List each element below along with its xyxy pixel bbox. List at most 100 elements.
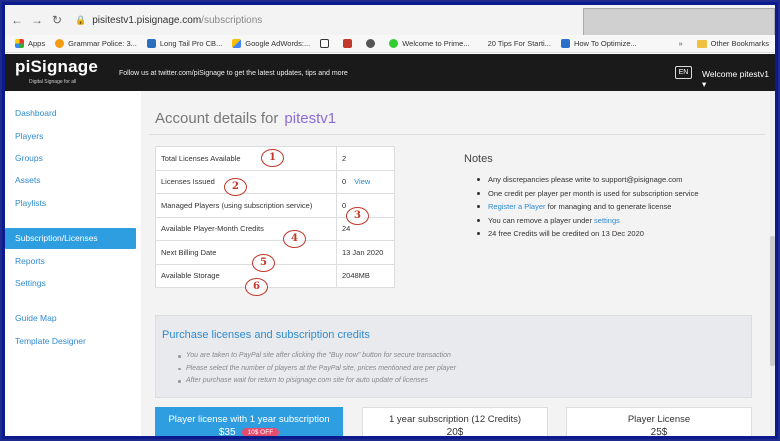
list-item: 24 free Credits will be credited on 13 D…	[464, 227, 754, 241]
page-scrollbar[interactable]	[770, 91, 775, 436]
row-value: 13 Jan 2020	[336, 240, 395, 265]
bookmark-label: Google AdWords:...	[245, 39, 311, 48]
note-text: for managing and to generate license	[545, 202, 672, 211]
account-username: pitestv1	[284, 110, 337, 127]
blank-icon	[480, 39, 484, 48]
follow-message: Follow us at twitter.com/piSignage to ge…	[119, 70, 348, 77]
sidebar-item-dashboard[interactable]: Dashboard	[5, 103, 136, 124]
note-text: One credit per player per month is used …	[488, 188, 699, 198]
notes-list: Any discrepancies please write to suppor…	[464, 173, 754, 241]
annotation-badge: 5	[252, 254, 275, 272]
bookmark-grammar-police[interactable]: Grammar Police: 3...	[55, 39, 137, 48]
plan-title: Player License	[627, 414, 691, 425]
play-icon	[389, 39, 399, 48]
bookmark-label: Grammar Police: 3...	[68, 39, 137, 48]
plan-price: 20$	[446, 427, 464, 438]
grammar-police-icon	[55, 39, 65, 48]
user-menu[interactable]: Welcome pitestv1 ▾	[702, 69, 775, 90]
browser-url-bar: ← → ↻ 🔒 pisitestv1.pisignage.com/subscri…	[5, 5, 775, 36]
plan-card-subscription[interactable]: 1 year subscription (12 Credits) 20$	[362, 407, 548, 438]
list-item: You are taken to PayPal site after click…	[177, 350, 456, 363]
annotation-badge: 3	[346, 207, 369, 225]
page-title-text: Account details for	[155, 110, 279, 127]
address-field[interactable]: pisitestv1.pisignage.com/subscriptions	[92, 15, 262, 26]
sidebar-item-subscription[interactable]: Subscription/Licenses	[5, 228, 136, 249]
main-content: Account details for pitestv1 Total Licens…	[141, 91, 775, 438]
bookmark-label: Welcome to Prime...	[402, 39, 470, 48]
page-title: Account details for pitestv1	[155, 110, 336, 127]
bookmark-globe[interactable]	[366, 39, 379, 48]
row-value: 2048MB	[336, 263, 395, 288]
sidebar-item-playlists[interactable]: Playlists	[5, 193, 136, 214]
amazon-icon	[320, 39, 330, 48]
other-bookmarks[interactable]: Other Bookmarks	[711, 39, 769, 48]
plan-title: Player license with 1 year subscription	[168, 414, 330, 425]
forward-arrow-icon[interactable]: →	[29, 12, 45, 28]
row-label: Available Player-Month Credits	[155, 216, 337, 241]
note-text: Any discrepancies please write to suppor…	[488, 175, 683, 184]
annotation-badge: 1	[261, 149, 284, 167]
bookmarks-bar: Apps Grammar Police: 3... Long Tail Pro …	[5, 35, 775, 53]
row-label: Managed Players (using subscription serv…	[155, 193, 337, 218]
pisignage-logo[interactable]: piSignage	[15, 57, 98, 77]
sidebar-item-players[interactable]: Players	[5, 126, 136, 147]
sidebar-item-template-designer[interactable]: Template Designer	[5, 331, 136, 352]
notes-panel: Notes Any discrepancies please write to …	[464, 153, 754, 241]
list-item: Any discrepancies please write to suppor…	[464, 173, 754, 187]
sidebar-item-groups[interactable]: Groups	[5, 148, 136, 169]
google-adwords-icon	[232, 39, 242, 48]
note-text: You can remove a player under	[488, 215, 595, 225]
plan-price-row: $35 10$ OFF	[156, 427, 342, 438]
plan-card-player-license[interactable]: Player License 25$	[566, 407, 752, 438]
url-path: /subscriptions	[201, 14, 263, 26]
reload-icon[interactable]: ↻	[49, 12, 65, 28]
register-player-link[interactable]: Register a Player	[488, 202, 546, 211]
bookmarks-overflow-chevron[interactable]: »	[678, 39, 682, 48]
sidebar-item-guide-map[interactable]: Guide Map	[5, 308, 136, 329]
bookmark-adwords[interactable]: Google AdWords:...	[232, 39, 310, 48]
bookmark-apps[interactable]: Apps	[15, 39, 45, 48]
sidebar-nav: Dashboard Players Groups Assets Playlist…	[5, 91, 141, 436]
bookmark-label: 20 Tips For Starti...	[487, 39, 551, 48]
list-item: Register a Player for managing and to ge…	[464, 200, 754, 214]
sidebar-item-assets[interactable]: Assets	[5, 170, 136, 191]
discount-badge: 10$ OFF	[241, 427, 280, 436]
row-value: 0	[342, 177, 347, 187]
purchase-title: Purchase licenses and subscription credi…	[162, 329, 370, 341]
plan-title: 1 year subscription (12 Credits)	[389, 414, 521, 425]
sidebar-item-settings[interactable]: Settings	[5, 273, 136, 294]
url-host: pisitestv1.pisignage.com	[92, 14, 202, 26]
plan-card-license-with-subscription[interactable]: Player license with 1 year subscription …	[155, 407, 343, 438]
row-label: Total Licenses Available	[155, 146, 337, 171]
list-item: After purchase wait for return to pisign…	[177, 375, 456, 388]
table-row: Next Billing Date 13 Jan 2020	[155, 240, 395, 265]
scrollbar-thumb[interactable]	[770, 236, 775, 366]
back-arrow-icon[interactable]: ←	[9, 12, 25, 28]
lock-icon: 🔒	[75, 14, 87, 25]
bookmark-optimize[interactable]: How To Optimize...	[560, 39, 637, 48]
redacted-area	[583, 8, 775, 36]
credit-date: 13 Dec 2020	[601, 229, 644, 238]
purchase-instructions: You are taken to PayPal site after click…	[177, 350, 456, 388]
list-item: One credit per player per month is used …	[464, 187, 754, 201]
apps-grid-icon	[15, 39, 24, 48]
table-row: Available Storage 2048MB	[155, 263, 395, 288]
language-selector[interactable]: EN	[675, 66, 692, 79]
lastpass-icon	[343, 39, 353, 48]
plan-price: 25$	[650, 427, 668, 438]
bookmark-amazon[interactable]	[320, 39, 333, 48]
settings-link[interactable]: settings	[594, 216, 620, 225]
bookmark-prime[interactable]: Welcome to Prime...	[389, 39, 470, 48]
bookmark-label: How To Optimize...	[573, 39, 637, 48]
bookmark-long-tail-pro[interactable]: Long Tail Pro CB...	[146, 39, 222, 48]
bookmark-lastpass[interactable]	[343, 39, 356, 48]
long-tail-pro-icon	[146, 39, 156, 48]
bookmark-20-tips[interactable]: 20 Tips For Starti...	[480, 39, 551, 48]
notes-title: Notes	[464, 153, 493, 165]
annotation-badge: 2	[224, 178, 247, 196]
view-licenses-link[interactable]: View	[354, 177, 370, 186]
row-value: 2	[336, 146, 395, 171]
sidebar-item-reports[interactable]: Reports	[5, 251, 136, 272]
title-divider	[149, 134, 765, 135]
plan-price: $35	[218, 427, 236, 438]
